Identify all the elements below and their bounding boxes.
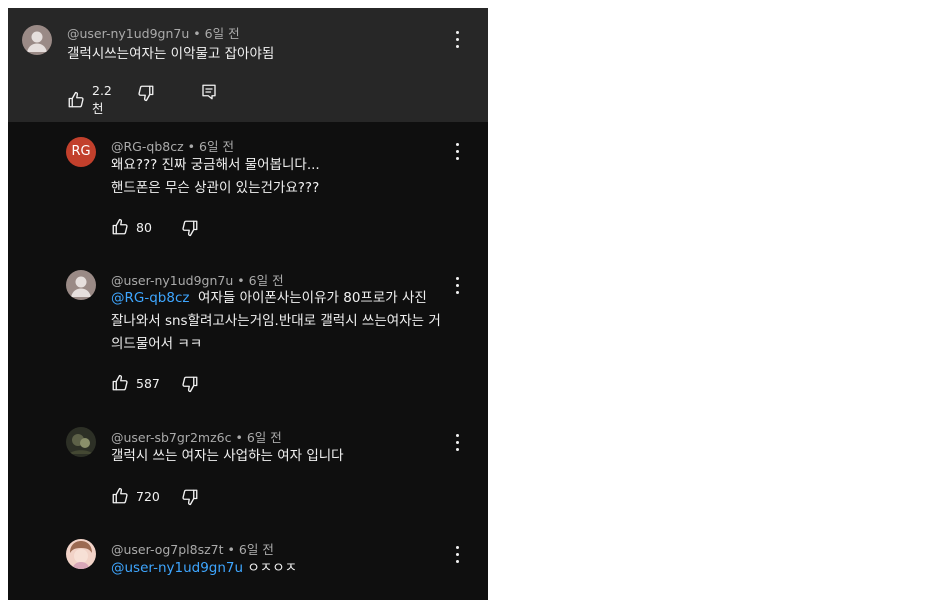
like-count: 720 xyxy=(136,488,160,504)
like-button[interactable]: 587 xyxy=(111,374,160,392)
thumbs-down-icon[interactable] xyxy=(137,84,155,102)
thumbs-up-icon xyxy=(111,374,129,392)
avatar[interactable] xyxy=(66,427,96,457)
comment-text: 갤럭시쓰는여자는 이악물고 잡아야됨 xyxy=(67,43,274,66)
author-name[interactable]: @user-sb7gr2mz6c xyxy=(111,430,231,445)
comment-line: @user-ny1ud9gn7u ㅇㅈㅇㅈ xyxy=(111,557,297,580)
comment-text-segment: ㅇㅈㅇㅈ xyxy=(243,560,298,576)
comment-text: @user-ny1ud9gn7u ㅇㅈㅇㅈ xyxy=(111,557,297,580)
thumbs-down-icon[interactable] xyxy=(181,219,199,237)
comments-panel: @user-ny1ud9gn7u • 6일 전 갤럭시쓰는여자는 이악물고 잡아야됨 2… xyxy=(8,8,488,600)
like-count: 2.2천 xyxy=(92,83,112,116)
comment-line: 왜요??? 진짜 궁금해서 물어봅니다... xyxy=(111,154,320,177)
comment-time[interactable]: 6일 전 xyxy=(239,542,274,557)
separator-dot: • xyxy=(237,273,245,288)
comment-text-segment: 왜요??? 진짜 궁금해서 물어봅니다... xyxy=(111,157,320,173)
comment-time[interactable]: 6일 전 xyxy=(205,26,240,41)
avatar-initials: RG xyxy=(71,144,91,159)
mention-link[interactable]: @user-ny1ud9gn7u xyxy=(111,560,243,576)
comment-meta: @user-ny1ud9gn7u • 6일 전 xyxy=(67,23,240,42)
comment-meta: @user-og7pl8sz7t • 6일 전 xyxy=(111,539,274,558)
like-button[interactable]: 720 xyxy=(111,487,160,505)
comment-text-segment: 갤럭시쓰는여자는 이악물고 잡아야됨 xyxy=(67,46,275,62)
comment-line: @RG-qb8cz 여자들 아이폰사는이유가 80프로가 사진 xyxy=(111,287,441,310)
avatar[interactable] xyxy=(66,539,96,569)
like-button[interactable]: 80 xyxy=(111,218,152,236)
separator-dot: • xyxy=(235,430,243,445)
more-vertical-icon[interactable] xyxy=(450,275,466,297)
author-name[interactable]: @RG-qb8cz xyxy=(111,139,184,154)
reply-icon[interactable] xyxy=(200,83,218,101)
more-vertical-icon[interactable] xyxy=(450,141,466,163)
thumbs-down-icon[interactable] xyxy=(181,488,199,506)
comment-meta: @user-sb7gr2mz6c • 6일 전 xyxy=(111,427,282,446)
comment-line: 잘나와서 sns할려고사는거임.반대로 갤럭시 쓰는여자는 거 xyxy=(111,310,441,333)
comment-time[interactable]: 6일 전 xyxy=(249,273,284,288)
mention-link[interactable]: @RG-qb8cz xyxy=(111,290,189,306)
comment-text: 왜요??? 진짜 궁금해서 물어봅니다... 핸드폰은 무슨 상관이 있는건가요?… xyxy=(111,154,320,200)
comment-text-segment: 핸드폰은 무슨 상관이 있는건가요??? xyxy=(111,180,320,196)
comment-line: 갤럭시 쓰는 여자는 사업하는 여자 입니다 xyxy=(111,445,344,468)
avatar[interactable]: RG xyxy=(66,137,96,167)
comment-time[interactable]: 6일 전 xyxy=(199,139,234,154)
comment-line: 핸드폰은 무슨 상관이 있는건가요??? xyxy=(111,177,320,200)
avatar[interactable] xyxy=(66,270,96,300)
like-count: 80 xyxy=(136,219,152,235)
like-count: 587 xyxy=(136,375,160,391)
author-name[interactable]: @user-ny1ud9gn7u xyxy=(111,273,233,288)
thumbs-up-icon xyxy=(111,218,129,236)
separator-dot: • xyxy=(193,26,201,41)
separator-dot: • xyxy=(187,139,196,154)
thumbs-down-icon[interactable] xyxy=(181,375,199,393)
avatar[interactable] xyxy=(22,25,52,55)
thumbs-up-icon xyxy=(111,487,129,505)
comment-text-segment: 갤럭시 쓰는 여자는 사업하는 여자 입니다 xyxy=(111,448,344,464)
comment-time[interactable]: 6일 전 xyxy=(247,430,282,445)
like-button[interactable]: 2.2천 xyxy=(67,83,112,117)
author-name[interactable]: @user-og7pl8sz7t xyxy=(111,542,224,557)
comment-text-segment: 여자들 아이폰사는이유가 80프로가 사진 xyxy=(189,290,427,306)
comment-text: @RG-qb8cz 여자들 아이폰사는이유가 80프로가 사진잘나와서 sns할… xyxy=(111,287,441,356)
more-vertical-icon[interactable] xyxy=(450,544,466,566)
thumbs-up-icon xyxy=(67,91,85,109)
separator-dot: • xyxy=(227,542,235,557)
comment-text: 갤럭시 쓰는 여자는 사업하는 여자 입니다 xyxy=(111,445,344,468)
comment-text-segment: 잘나와서 sns할려고사는거임.반대로 갤럭시 쓰는여자는 거 xyxy=(111,313,441,329)
comment-line: 의드물어서 ㅋㅋ xyxy=(111,333,441,356)
comment-text-segment: 의드물어서 ㅋㅋ xyxy=(111,336,203,352)
more-vertical-icon[interactable] xyxy=(450,432,466,454)
comment-line: 갤럭시쓰는여자는 이악물고 잡아야됨 xyxy=(67,43,274,66)
author-name[interactable]: @user-ny1ud9gn7u xyxy=(67,26,189,41)
more-vertical-icon[interactable] xyxy=(450,29,466,51)
comment-meta: @RG-qb8cz • 6일 전 xyxy=(111,136,234,155)
